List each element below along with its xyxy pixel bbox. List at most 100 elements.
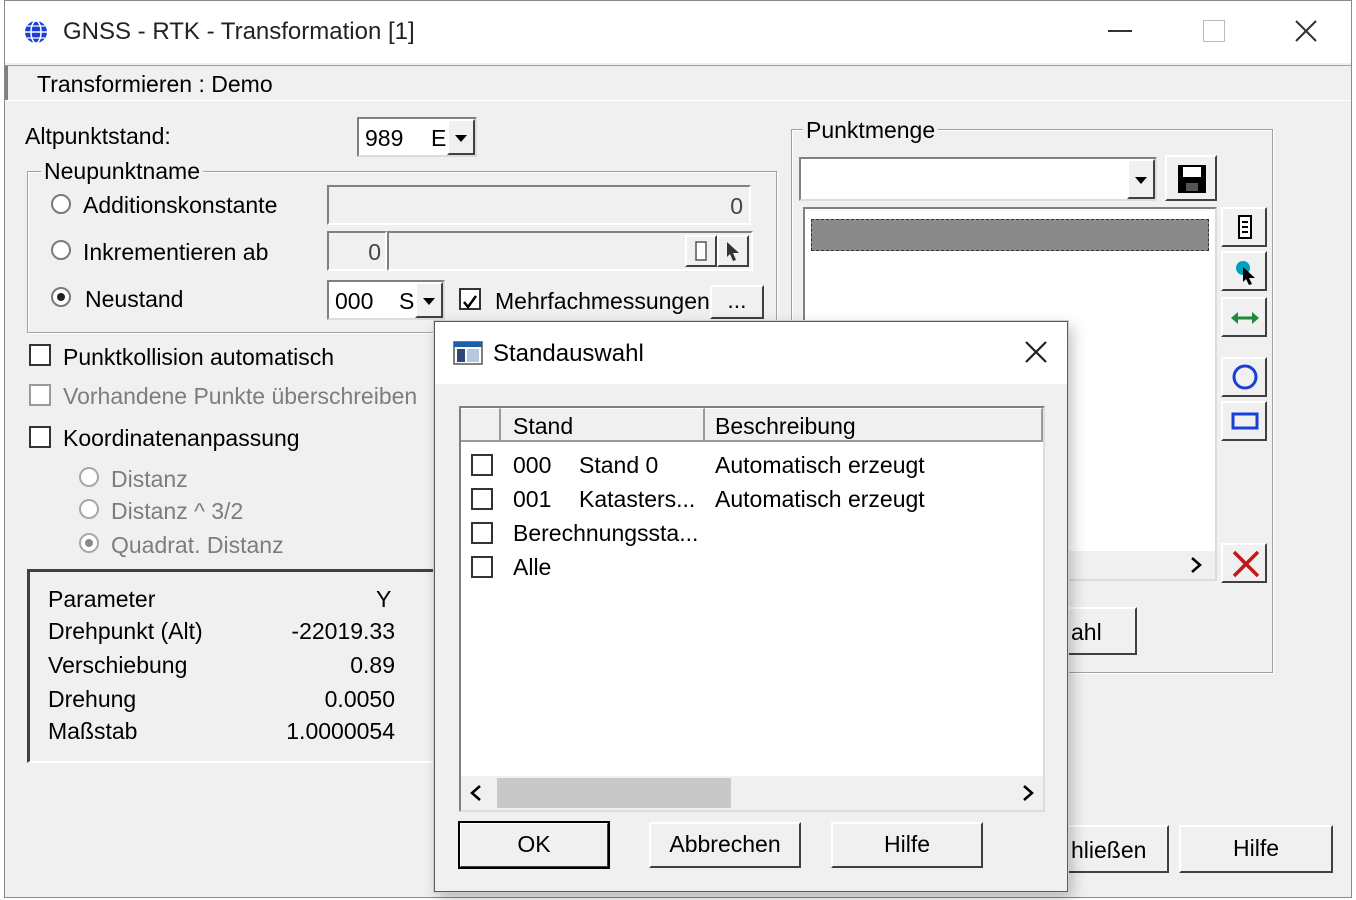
list-item[interactable]: 001 Katasters... Automatisch erzeugt <box>461 482 1043 516</box>
koordinaten-label: Koordinatenanpassung <box>63 425 300 451</box>
radio-distanz32[interactable] <box>79 499 99 519</box>
neustand-select[interactable]: 000 S <box>327 280 445 320</box>
pick-cursor-icon <box>1236 261 1255 285</box>
param-name: Drehung <box>48 686 137 712</box>
param-name: Maßstab <box>48 718 138 744</box>
punktkollision-checkbox[interactable] <box>29 344 51 366</box>
mehrfach-label: Mehrfachmessungen <box>495 288 710 314</box>
radio-quadrat[interactable] <box>79 533 99 553</box>
close-icon[interactable] <box>1023 339 1049 365</box>
neupunktname-legend: Neupunktname <box>41 158 203 185</box>
list-item[interactable]: Berechnungssta... <box>461 516 1043 550</box>
ok-button[interactable]: OK <box>458 821 610 869</box>
row-checkbox[interactable] <box>471 454 493 476</box>
tool-delete-button[interactable] <box>1221 543 1267 583</box>
stand-list[interactable]: Stand Beschreibung 000 Stand 0 Automatis… <box>459 406 1045 812</box>
title-bar: GNSS - RTK - Transformation [1] <box>5 1 1351 63</box>
check-column-header[interactable] <box>461 408 501 442</box>
dialog-title: Standauswahl <box>493 340 644 367</box>
radio-additionskonstante[interactable] <box>51 194 71 214</box>
param-value: 1.0000054 <box>286 718 395 744</box>
additionskonstante-field[interactable]: 0 <box>327 185 751 225</box>
tool-pick-button[interactable] <box>1221 251 1267 291</box>
double-arrow-icon <box>1231 312 1259 324</box>
beschreibung-column-header[interactable]: Beschreibung <box>705 408 1043 442</box>
radio-neustand[interactable] <box>51 287 71 307</box>
tool-rectangle-button[interactable] <box>1221 401 1267 441</box>
y-header: Y <box>376 586 392 612</box>
dropdown-button[interactable] <box>1127 159 1155 199</box>
abbrechen-button[interactable]: Abbrechen <box>649 822 801 868</box>
menu-band: Transformieren : Demo <box>5 65 1351 101</box>
chevron-down-icon <box>423 298 435 305</box>
standauswahl-dialog: Standauswahl Stand Beschreibung 000 Stan… <box>434 321 1068 892</box>
parameter-table: Parameter Y Drehpunkt (Alt) -22019.33 Ve… <box>27 569 439 763</box>
maximize-icon[interactable] <box>1203 20 1225 42</box>
document-icon <box>695 241 707 261</box>
chevron-right-icon[interactable] <box>1021 784 1035 802</box>
rectangle-select-icon <box>1231 412 1259 430</box>
cursor-icon <box>727 242 739 261</box>
radio-inkrementieren[interactable] <box>51 240 71 260</box>
tool-range-button[interactable] <box>1221 297 1267 337</box>
altpunktstand-select[interactable]: 989 E <box>357 117 477 157</box>
dropdown-button[interactable] <box>447 119 475 155</box>
list-icon <box>1238 215 1252 239</box>
inkrementieren-field[interactable]: 0 <box>327 231 387 271</box>
param-name: Verschiebung <box>48 652 188 678</box>
dialog-window-icon <box>453 341 483 365</box>
neustand-label: Neustand <box>85 286 184 312</box>
quadrat-label: Quadrat. Distanz <box>111 532 284 558</box>
chevron-right-icon[interactable] <box>1189 556 1203 574</box>
selected-row[interactable] <box>811 219 1209 251</box>
radio-distanz[interactable] <box>79 467 99 487</box>
inkrementieren-label: Inkrementieren ab <box>83 239 269 265</box>
bookmark-button[interactable] <box>685 235 717 267</box>
row-checkbox[interactable] <box>471 556 493 578</box>
param-value: 0.89 <box>350 652 395 678</box>
list-item[interactable]: Alle <box>461 550 1043 584</box>
dialog-hscrollbar[interactable] <box>461 776 1043 810</box>
param-name: Drehpunkt (Alt) <box>48 618 203 644</box>
param-value: 0.0050 <box>324 686 395 712</box>
punktkollision-label: Punktkollision automatisch <box>63 344 335 370</box>
mehrfach-checkbox[interactable] <box>459 288 481 310</box>
dropdown-button[interactable] <box>415 282 443 318</box>
scrollbar-thumb[interactable] <box>497 778 731 808</box>
vorhandene-checkbox[interactable] <box>29 384 51 406</box>
koordinaten-checkbox[interactable] <box>29 426 51 448</box>
circle-select-icon <box>1232 364 1258 390</box>
altpunktstand-label: Altpunktstand: <box>25 123 171 149</box>
chevron-down-icon <box>1135 177 1147 184</box>
param-header: Parameter <box>48 586 156 612</box>
stand-column-header[interactable]: Stand <box>501 408 705 442</box>
pick-button[interactable] <box>717 235 749 267</box>
minimize-icon[interactable] <box>1108 30 1132 32</box>
chevron-down-icon <box>455 135 467 142</box>
delete-x-icon <box>1232 550 1260 578</box>
checkmark-icon <box>463 295 478 310</box>
tool-mark-button[interactable] <box>1221 207 1267 247</box>
param-value: -22019.33 <box>291 618 395 644</box>
punktmenge-legend: Punktmenge <box>803 117 939 144</box>
close-icon[interactable] <box>1293 18 1319 44</box>
save-button[interactable] <box>1165 155 1217 201</box>
transform-label: Transformieren : Demo <box>37 71 273 97</box>
tool-circle-button[interactable] <box>1221 357 1267 397</box>
punktmenge-select[interactable] <box>799 157 1157 201</box>
row-checkbox[interactable] <box>471 488 493 510</box>
distanz32-label: Distanz ^ 3/2 <box>111 498 244 524</box>
chevron-left-icon[interactable] <box>469 784 483 802</box>
list-item[interactable]: 000 Stand 0 Automatisch erzeugt <box>461 448 1043 482</box>
additionskonstante-label: Additionskonstante <box>83 192 278 218</box>
dialog-hilfe-button[interactable]: Hilfe <box>831 822 983 868</box>
floppy-disk-icon <box>1178 165 1206 193</box>
row-checkbox[interactable] <box>471 522 493 544</box>
inkrementieren-name-field[interactable] <box>387 231 753 271</box>
mehrfach-button[interactable]: ... <box>710 285 764 319</box>
dialog-title-bar: Standauswahl <box>435 322 1067 384</box>
distanz-label: Distanz <box>111 466 188 492</box>
vorhandene-label: Vorhandene Punkte überschreiben <box>63 383 418 409</box>
hilfe-button[interactable]: Hilfe <box>1179 825 1333 873</box>
globe-icon <box>25 20 47 44</box>
